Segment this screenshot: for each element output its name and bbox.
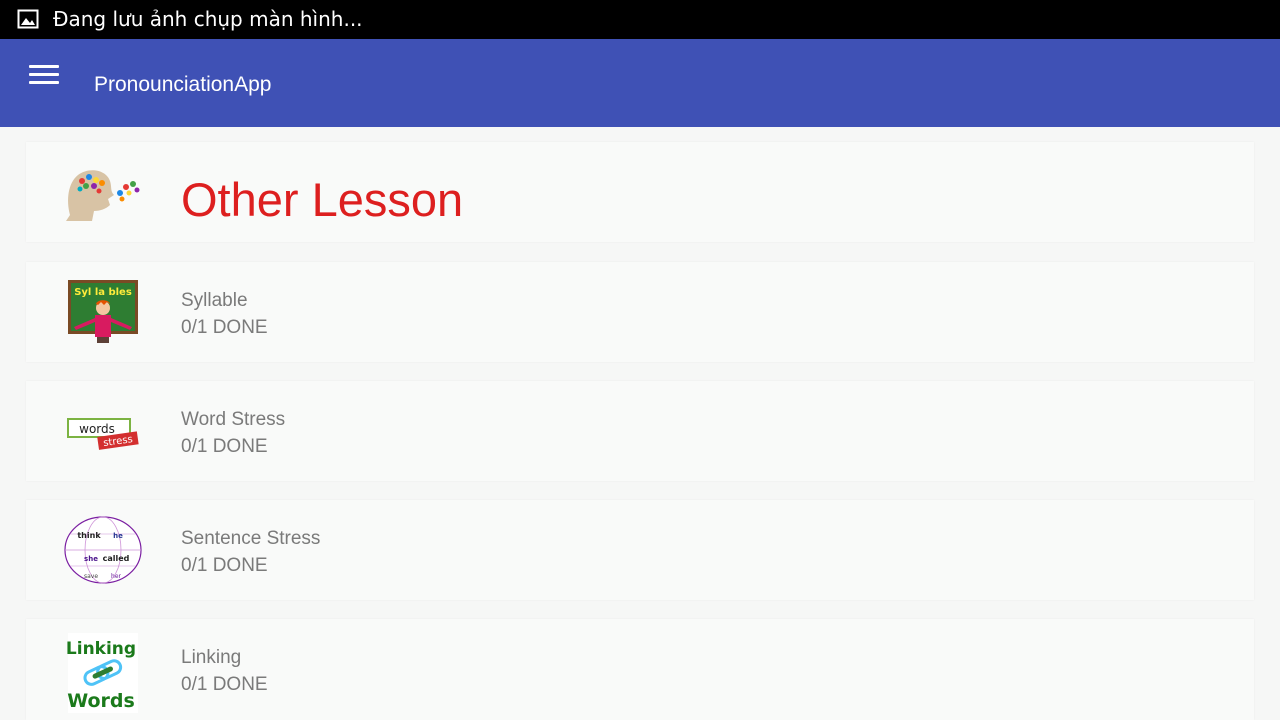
status-bar: Đang lưu ảnh chụp màn hình...	[0, 0, 1280, 39]
lesson-item-word-stress[interactable]: words stress Word Stress 0/1 DONE	[26, 381, 1254, 481]
image-icon	[17, 9, 39, 29]
menu-button[interactable]	[28, 65, 60, 91]
status-text: Đang lưu ảnh chụp màn hình...	[53, 7, 363, 31]
linking-words-chain-icon: Linking Words	[66, 633, 138, 713]
lesson-title: Syllable	[181, 290, 248, 311]
lesson-status: 0/1 DONE	[181, 436, 268, 457]
app-bar: PronounciationApp	[0, 39, 1280, 127]
linking-icon-text-2: Words	[67, 690, 135, 712]
globe-word: called	[103, 554, 130, 563]
syllables-icon-text: Syl la bles	[74, 287, 132, 298]
app-title: PronounciationApp	[94, 73, 272, 96]
linking-icon-text-1: Linking	[66, 639, 136, 659]
syllables-chalkboard-icon: Syl la bles	[68, 280, 138, 343]
globe-word: think	[77, 531, 101, 540]
word-stress-icon-text-1: words	[79, 422, 115, 436]
lesson-title: Sentence Stress	[181, 528, 321, 549]
head-speaking-icon	[66, 170, 140, 221]
lesson-title: Word Stress	[181, 409, 286, 430]
sentence-stress-globe-icon: think he she called save her	[64, 516, 142, 584]
lesson-list: Other Lesson Syl la bles Syllable 0/1 DO…	[0, 127, 1280, 720]
globe-word: he	[113, 532, 123, 540]
lesson-item-syllable[interactable]: Syl la bles Syllable 0/1 DONE	[26, 262, 1254, 362]
globe-word: her	[111, 573, 121, 580]
globe-word: save	[84, 573, 98, 580]
globe-word: she	[84, 555, 98, 563]
lesson-status: 0/1 DONE	[181, 674, 268, 695]
lesson-status: 0/1 DONE	[181, 555, 268, 576]
lesson-item-linking[interactable]: Linking Words Linking 0/1 DONE	[26, 619, 1254, 720]
lesson-title: Linking	[181, 647, 242, 668]
section-header: Other Lesson	[26, 142, 1254, 242]
section-title: Other Lesson	[181, 173, 464, 226]
word-stress-icon: words stress	[67, 418, 139, 450]
lesson-status: 0/1 DONE	[181, 317, 268, 338]
lesson-item-sentence-stress[interactable]: think he she called save her Sentence St…	[26, 500, 1254, 600]
